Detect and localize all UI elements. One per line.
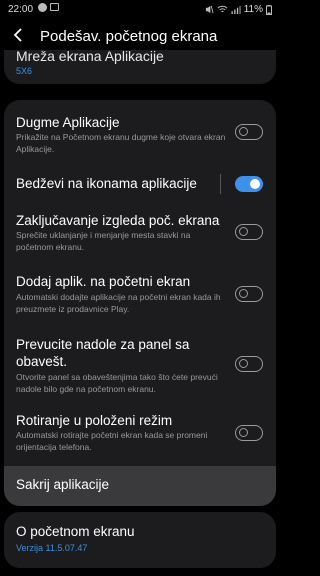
app-notification-icon <box>38 3 47 12</box>
mute-icon <box>205 5 214 14</box>
page-title: Podešav. početnog ekrana <box>40 28 218 45</box>
app-bar: Podešav. početnog ekrana <box>0 22 280 52</box>
setting-add-apps[interactable]: Dodaj aplik. na početni ekran Automatski… <box>4 270 276 330</box>
add-apps-toggle[interactable] <box>235 286 263 302</box>
about-title: O početnom ekranu <box>16 524 135 539</box>
setting-swipe-down[interactable]: Prevucite nadole za panel sa obavešt. Ot… <box>4 334 276 402</box>
toggle-knob <box>239 227 248 236</box>
setting-description: Otvorite panel sa obaveštenjima tako što… <box>16 372 218 394</box>
hide-apps-item[interactable]: Sakrij aplikacije <box>4 466 276 506</box>
toggle-knob <box>239 428 248 437</box>
setting-title: Prevucite nadole za panel sa obavešt. <box>16 337 190 369</box>
app-grid-setting[interactable]: Mreža ekrana Aplikacije 5X6 <box>4 50 276 84</box>
setting-lock-layout[interactable]: Zaključavanje izgleda poč. ekrana Spreči… <box>4 208 276 266</box>
settings-card: Dugme Aplikacije Prikažite na Početnom e… <box>4 100 276 506</box>
lock-layout-toggle[interactable] <box>235 224 263 240</box>
about-home-screen[interactable]: O početnom ekranu Verzija 11.5.07.47 <box>4 512 276 568</box>
setting-description: Automatski dodajte aplikacije na početni… <box>16 292 221 314</box>
setting-title: Dugme Aplikacije <box>16 115 120 130</box>
setting-rotate[interactable]: Rotiranje u položeni režim Automatski ro… <box>4 408 276 464</box>
toggle-knob <box>239 289 248 298</box>
status-right: 11% <box>205 4 272 15</box>
back-button[interactable] <box>12 25 32 47</box>
rotate-toggle[interactable] <box>235 425 263 441</box>
swipe-down-toggle[interactable] <box>235 356 263 372</box>
wifi-icon <box>217 5 228 13</box>
app-grid-value: 5X6 <box>16 66 33 76</box>
battery-icon <box>266 4 272 15</box>
setting-description: Automatski rotirajte početni ekran kada … <box>16 430 208 452</box>
toggle-knob <box>239 359 248 368</box>
status-time: 22:00 <box>8 4 34 15</box>
setting-title: Rotiranje u položeni režim <box>16 413 173 428</box>
battery-percent: 11% <box>243 4 263 15</box>
setting-icon-badges[interactable]: Bedževi na ikonama aplikacije <box>4 162 276 206</box>
setting-title: Bedževi na ikonama aplikacije <box>16 176 197 191</box>
icon-badges-toggle[interactable] <box>235 176 263 192</box>
setting-description: Sprečite uklanjanje i menjanje mesta sta… <box>16 230 191 252</box>
hide-apps-label: Sakrij aplikacije <box>16 477 110 492</box>
setting-apps-button[interactable]: Dugme Aplikacije Prikažite na Početnom e… <box>4 100 276 156</box>
app-grid-title: Mreža ekrana Aplikacije <box>16 50 164 64</box>
toggle-knob <box>239 127 248 136</box>
status-bar: 22:00 11% <box>0 0 280 18</box>
chevron-left-icon <box>13 28 22 42</box>
setting-title: Zaključavanje izgleda poč. ekrana <box>16 213 220 228</box>
notification-icons <box>38 3 59 12</box>
about-version: Verzija 11.5.07.47 <box>16 543 88 553</box>
divider <box>220 174 221 194</box>
setting-title: Dodaj aplik. na početni ekran <box>16 274 191 289</box>
signal-icon <box>231 5 241 14</box>
toggle-knob <box>250 178 260 189</box>
apps-button-toggle[interactable] <box>235 124 263 140</box>
image-notification-icon <box>50 3 59 11</box>
setting-description: Prikažite na Početnom ekranu dugme koje … <box>16 132 226 154</box>
